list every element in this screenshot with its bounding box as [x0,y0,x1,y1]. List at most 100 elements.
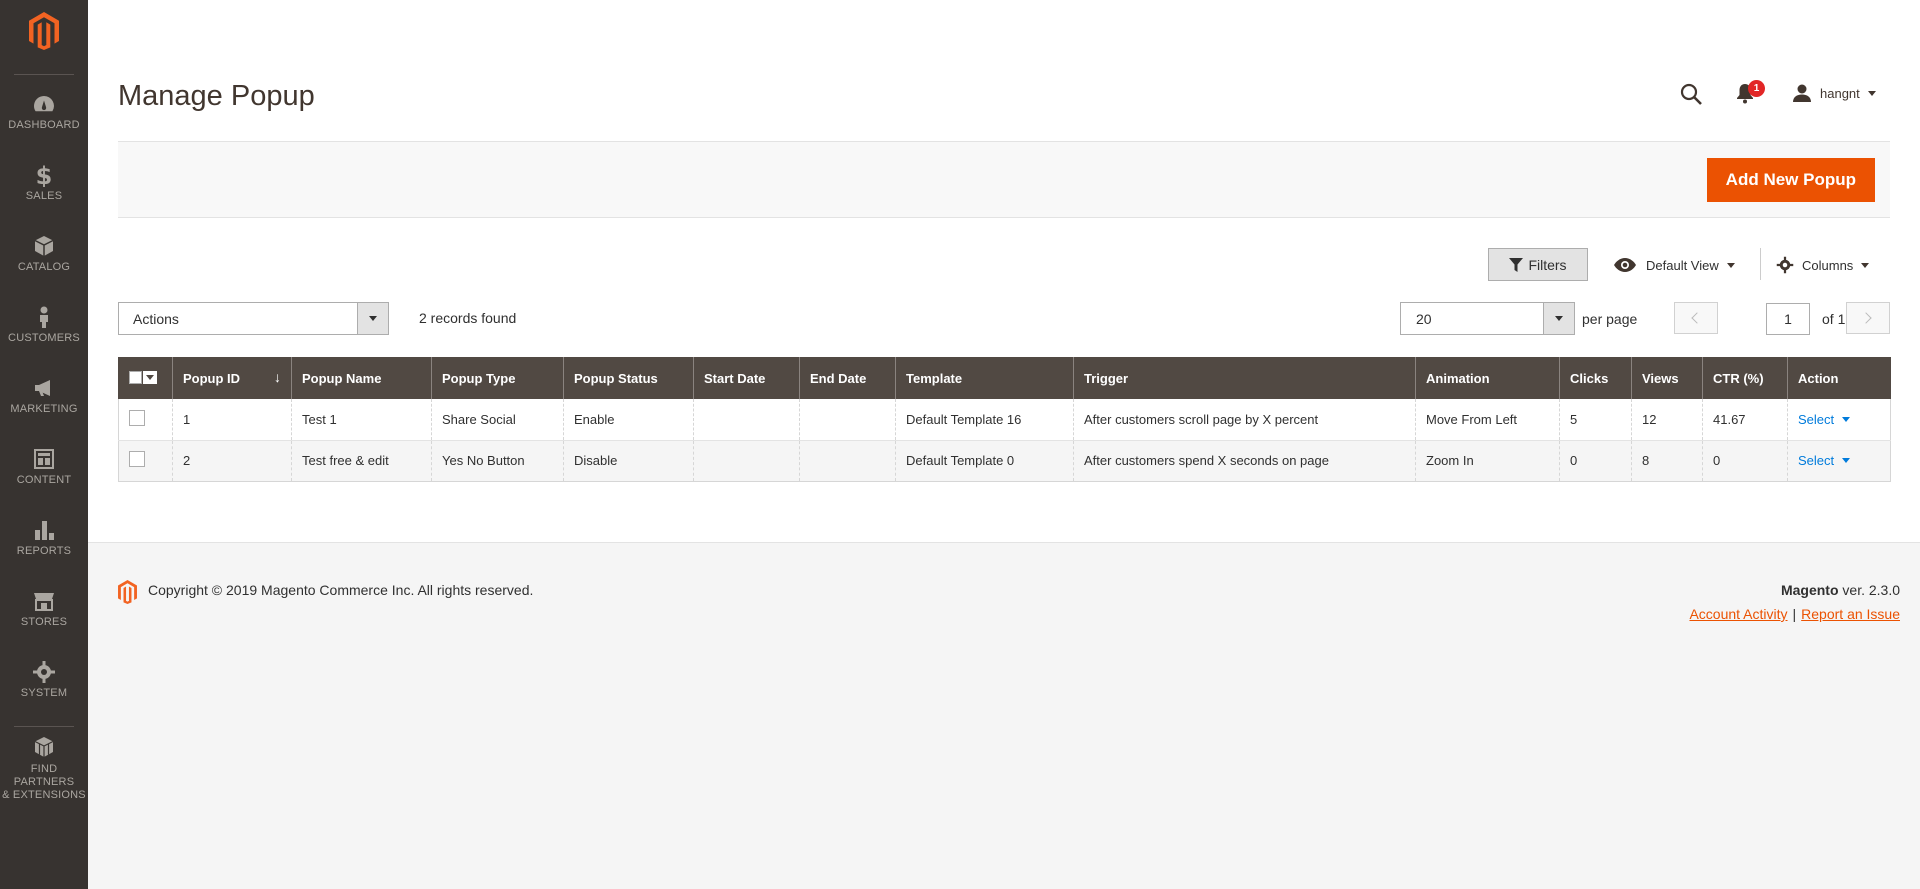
page-actions-bar: Add New Popup [118,141,1890,218]
row-checkbox[interactable] [129,409,145,426]
checkbox-icon [129,370,142,384]
chevron-down-icon [143,370,157,384]
table-row: 1 Test 1 Share Social Enable Default Tem… [118,399,1891,441]
sidebar-item-find-partners[interactable]: FIND PARTNERS & EXTENSIONS [0,736,88,801]
cell-popup-type: Share Social [431,399,564,441]
main-content: Manage Popup 1 hangnt Add New Popup Filt… [88,0,1920,889]
per-page-select[interactable]: 20 [1400,302,1575,335]
sidebar-item-stores[interactable]: STORES [0,589,88,651]
cell-ctr: 41.67 [1702,399,1788,441]
sidebar-item-dashboard[interactable]: DASHBOARD [0,92,88,154]
row-checkbox[interactable] [129,451,145,467]
account-activity-link[interactable]: Account Activity [1689,606,1787,622]
next-page-button[interactable] [1846,302,1890,334]
chevron-down-icon [1842,458,1851,463]
column-header-animation[interactable]: Animation [1415,357,1560,399]
mass-select-header [118,357,173,399]
column-header-popup-status[interactable]: Popup Status [563,357,694,399]
sidebar-divider [14,74,74,75]
megaphone-icon [35,380,50,396]
table-row: 2 Test free & edit Yes No Button Disable… [118,440,1891,482]
cell-clicks: 0 [1559,440,1632,482]
column-header-popup-id[interactable]: Popup ID ↓ [172,357,292,399]
sidebar-item-content[interactable]: CONTENT [0,447,88,509]
previous-page-button[interactable] [1674,302,1718,334]
sidebar-item-label: CONTENT [16,474,72,486]
sidebar-item-marketing[interactable]: MARKETING [0,376,88,438]
row-action-label: Select [1798,411,1835,427]
user-account-dropdown[interactable]: hangnt [1792,82,1876,104]
notifications-button[interactable]: 1 [1735,80,1765,106]
footer-link-separator: | [1792,606,1797,622]
cell-animation: Move From Left [1415,399,1560,441]
sidebar-item-reports[interactable]: REPORTS [0,518,88,580]
sidebar-divider [14,726,74,727]
sort-arrow-icon: ↓ [274,369,281,385]
sidebar-item-system[interactable]: SYSTEM [0,660,88,722]
column-header-end-date[interactable]: End Date [799,357,896,399]
svg-text:$: $ [36,163,53,187]
column-header-popup-type[interactable]: Popup Type [431,357,564,399]
cell-template: Default Template 0 [895,440,1074,482]
sidebar-item-catalog[interactable]: CATALOG [0,234,88,296]
sidebar-item-label: MARKETING [10,403,78,415]
cell-template: Default Template 16 [895,399,1074,441]
user-icon [1793,84,1811,102]
column-header-popup-name[interactable]: Popup Name [291,357,432,399]
notification-badge: 1 [1748,80,1765,97]
dollar-icon: $ [36,163,53,187]
person-icon [40,306,48,328]
column-header-clicks[interactable]: Clicks [1559,357,1632,399]
gear-icon [33,661,55,683]
default-view-dropdown[interactable]: Default View [1614,254,1735,276]
mass-actions-value: Actions [133,311,179,327]
sidebar-item-sales[interactable]: $ SALES [0,163,88,225]
dashboard-icon [34,96,54,112]
add-new-popup-button[interactable]: Add New Popup [1706,158,1875,202]
report-issue-link[interactable]: Report an Issue [1801,606,1900,622]
cell-clicks: 5 [1559,399,1632,441]
row-action-select[interactable]: Select [1798,411,1851,427]
cell-popup-type: Yes No Button [431,440,564,482]
footer-copyright: Copyright © 2019 Magento Commerce Inc. A… [148,582,534,598]
magento-logo[interactable] [0,0,88,70]
cell-popup-id: 1 [172,399,292,441]
chevron-down-icon [1861,262,1870,268]
filters-button[interactable]: Filters [1488,248,1588,281]
gear-icon [1776,256,1794,274]
row-select-cell [118,440,173,482]
mass-select-checkbox[interactable] [129,369,157,385]
current-page-input[interactable] [1766,303,1810,335]
column-header-start-date[interactable]: Start Date [693,357,800,399]
filter-icon [1509,257,1524,272]
filters-label: Filters [1528,256,1567,273]
footer-links: Account Activity | Report an Issue [1689,606,1900,622]
page-title: Manage Popup [118,80,315,112]
sidebar-item-customers[interactable]: CUSTOMERS [0,305,88,367]
cell-popup-name: Test 1 [291,399,432,441]
toolbar-divider [1760,248,1761,280]
column-header-template[interactable]: Template [895,357,1074,399]
columns-label: Columns [1802,257,1854,273]
cell-popup-status: Disable [563,440,694,482]
footer-divider [88,542,1920,543]
column-header-trigger[interactable]: Trigger [1073,357,1416,399]
cell-ctr: 0 [1702,440,1788,482]
footer-brand: Magento [1780,582,1839,598]
store-icon [34,593,54,611]
magento-logo-icon [29,12,59,50]
cell-trigger: After customers spend X seconds on page [1073,440,1416,482]
column-header-ctr[interactable]: CTR (%) [1702,357,1788,399]
columns-dropdown[interactable]: Columns [1776,254,1870,276]
row-action-select[interactable]: Select [1798,453,1851,468]
chevron-down-icon [1842,416,1851,422]
column-header-label: Popup ID [183,370,241,386]
cell-start-date [693,440,800,482]
mass-actions-select[interactable]: Actions [118,302,389,335]
search-icon[interactable] [1679,82,1703,106]
cell-popup-name: Test free & edit [291,440,432,482]
column-header-views[interactable]: Views [1631,357,1703,399]
box-icon [34,236,54,256]
sidebar-item-label: DASHBOARD [8,119,80,131]
sidebar-item-label: SYSTEM [20,687,68,699]
